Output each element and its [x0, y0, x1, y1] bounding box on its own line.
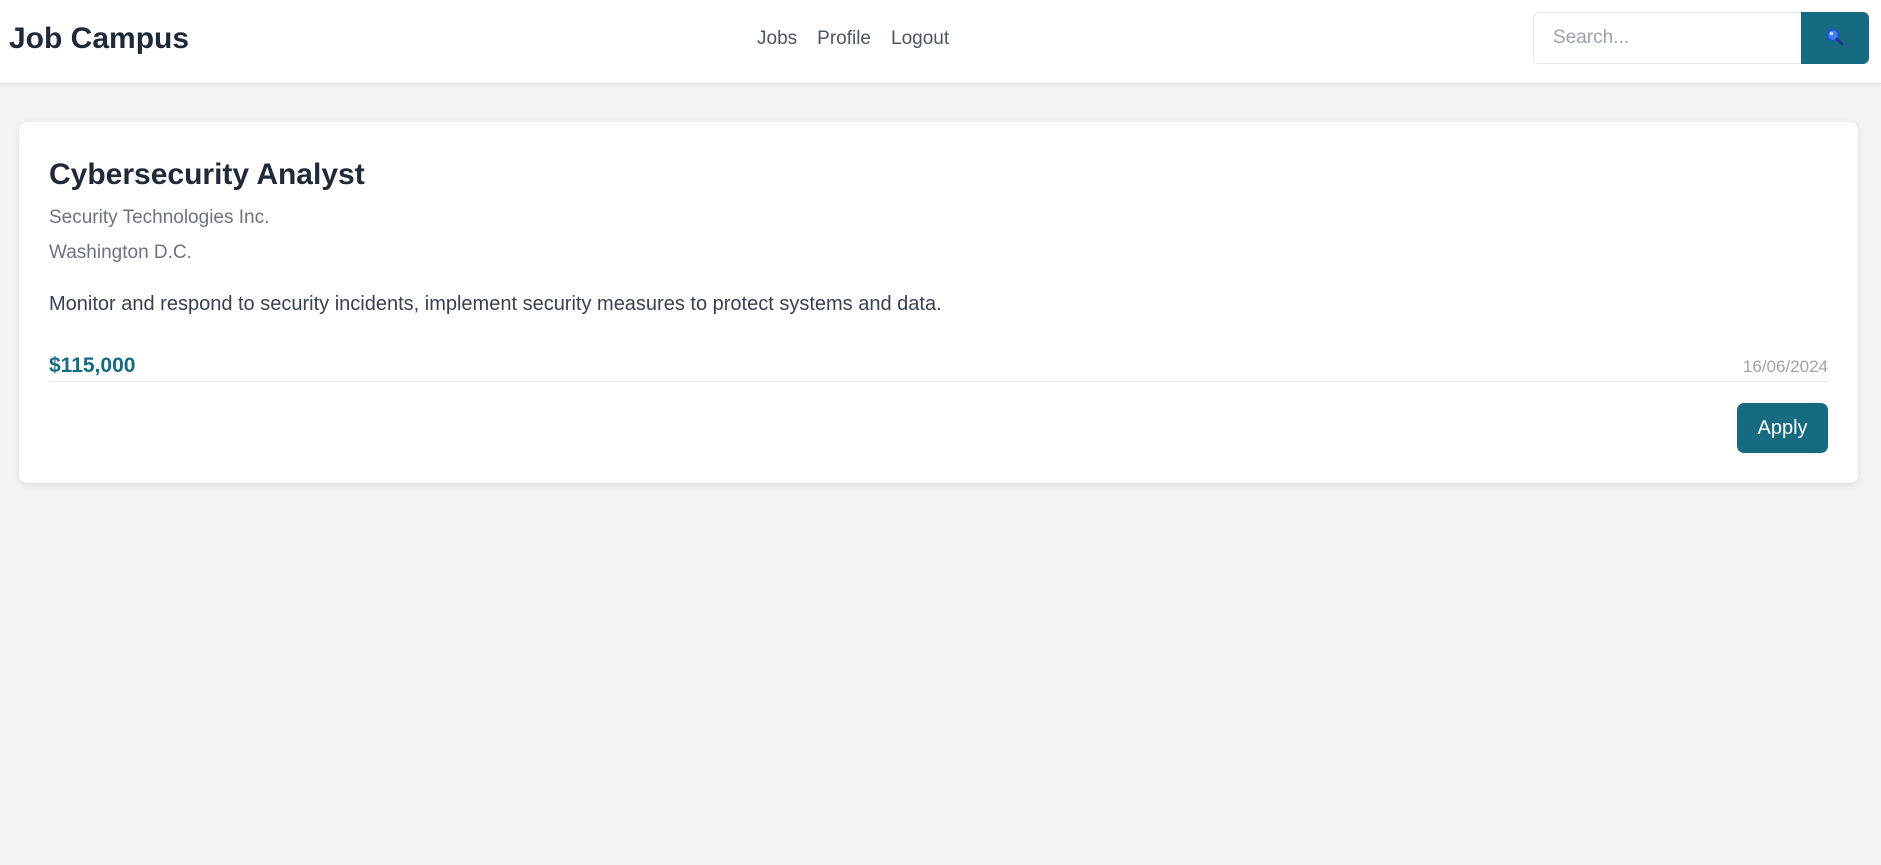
job-location: Washington D.C. [49, 242, 192, 263]
search-icon [1825, 27, 1845, 50]
job-card: Cybersecurity Analyst Security Technolog… [19, 122, 1858, 483]
search-button[interactable] [1801, 12, 1869, 64]
nav-link-jobs[interactable]: Jobs [757, 26, 797, 52]
job-description: Monitor and respond to security incident… [49, 293, 942, 315]
job-posted-date: 16/06/2024 [1742, 357, 1828, 376]
brand-logo[interactable]: Job Campus [9, 20, 189, 58]
apply-button[interactable]: Apply [1737, 403, 1828, 453]
main-nav: Jobs Profile Logout [757, 26, 949, 52]
card-divider [49, 381, 1828, 382]
job-title: Cybersecurity Analyst [49, 158, 365, 191]
search-input[interactable] [1533, 12, 1801, 64]
search-bar [1533, 12, 1869, 64]
nav-link-logout[interactable]: Logout [891, 26, 949, 52]
job-company: Security Technologies Inc. [49, 207, 270, 228]
top-navbar: Job Campus Jobs Profile Logout [0, 0, 1881, 84]
nav-link-profile[interactable]: Profile [817, 26, 871, 52]
job-salary: $115,000 [49, 354, 136, 377]
